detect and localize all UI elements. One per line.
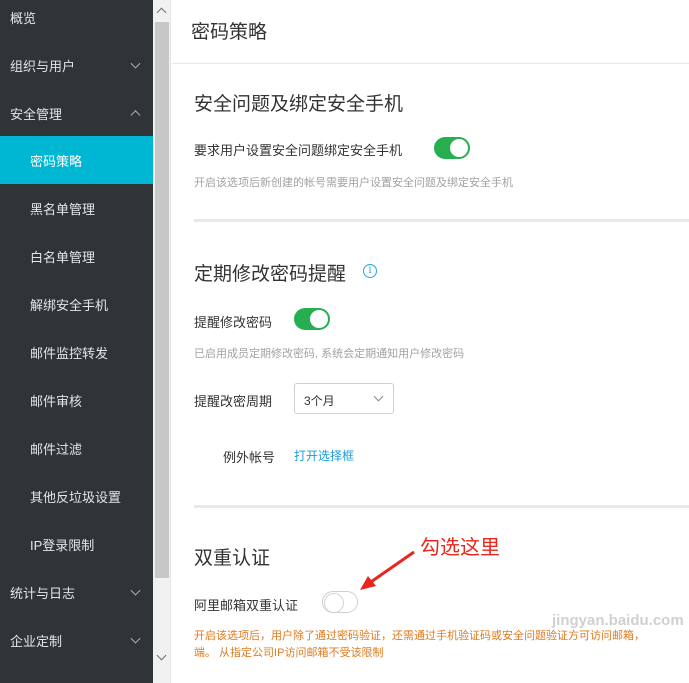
section-title-security-question: 安全问题及绑定安全手机 <box>194 94 404 115</box>
sidebar-item-label: 密码策略 <box>30 153 83 169</box>
sidebar-item-mail-filter[interactable]: 邮件过滤 <box>0 424 153 472</box>
security-question-hint: 开启该选项后新创建的帐号需要用户设置安全问题及绑定安全手机 <box>194 177 513 189</box>
period-label: 提醒改密周期 <box>194 394 273 409</box>
sidebar-item-label: 概览 <box>10 10 37 26</box>
sidebar-item-label: IP登录限制 <box>30 537 95 553</box>
annotation-text: 勾选这里 <box>420 537 500 559</box>
sidebar-item-label: 邮件审核 <box>30 393 83 409</box>
sidebar-item-label: 邮件监控转发 <box>30 345 109 361</box>
section-title-password-reminder: 定期修改密码提醒 <box>194 264 347 285</box>
sidebar-item-overview[interactable]: 概览 <box>0 0 153 41</box>
password-reminder-label: 提醒修改密码 <box>194 315 273 330</box>
sidebar-item-security[interactable]: 安全管理 <box>0 89 153 137</box>
scroll-up-arrow-icon[interactable] <box>156 7 167 18</box>
sidebar-scrollbar[interactable] <box>153 0 171 683</box>
section-divider <box>194 219 689 222</box>
period-select[interactable]: 3个月 <box>294 383 394 414</box>
main-content: 密码策略 安全问题及绑定安全手机 要求用户设置安全问题绑定安全手机 开启该选项后… <box>172 0 689 683</box>
sidebar-item-label: 邮件过滤 <box>30 441 83 457</box>
sidebar-item-mail-audit[interactable]: 邮件审核 <box>0 376 153 424</box>
sidebar-item-stats-logs[interactable]: 统计与日志 <box>0 568 153 616</box>
sidebar-item-enterprise[interactable]: 企业定制 <box>0 616 153 664</box>
section-title-two-factor: 双重认证 <box>194 548 271 569</box>
chevron-up-icon <box>130 110 141 121</box>
section-divider <box>194 505 689 508</box>
sidebar-item-label: 白名单管理 <box>30 249 96 265</box>
password-reminder-toggle[interactable] <box>294 308 330 330</box>
sidebar-item-whitelist[interactable]: 白名单管理 <box>0 232 153 280</box>
password-reminder-hint: 已启用成员定期修改密码, 系统会定期通知用户修改密码 <box>194 348 465 360</box>
sidebar-item-label: 组织与用户 <box>10 58 76 74</box>
sidebar-item-label: 统计与日志 <box>10 585 76 601</box>
sidebar-item-blacklist[interactable]: 黑名单管理 <box>0 184 153 232</box>
chevron-down-icon <box>130 633 141 644</box>
page-header: 密码策略 <box>172 0 689 64</box>
two-factor-warning-line2: 端。 从指定公司IP访问邮箱不受该限制 <box>194 647 384 659</box>
sidebar-item-label: 企业定制 <box>10 633 63 649</box>
scroll-down-arrow-icon[interactable] <box>156 650 167 661</box>
sidebar-item-password-policy[interactable]: 密码策略 <box>0 136 153 184</box>
sidebar-item-label: 其他反垃圾设置 <box>30 489 122 505</box>
chevron-down-icon <box>130 585 141 596</box>
annotation-arrow-icon <box>360 550 415 590</box>
watermark: jingyan.baidu.com <box>552 612 684 629</box>
page-title: 密码策略 <box>191 22 268 43</box>
chevron-down-icon <box>130 58 141 69</box>
two-factor-label: 阿里邮箱双重认证 <box>194 598 299 613</box>
sidebar-item-unbind-phone[interactable]: 解绑安全手机 <box>0 280 153 328</box>
security-question-toggle[interactable] <box>434 137 470 159</box>
sidebar-item-antispam[interactable]: 其他反垃圾设置 <box>0 472 153 520</box>
exception-label: 例外帐号 <box>223 450 276 465</box>
sidebar-item-mail-forward[interactable]: 邮件监控转发 <box>0 328 153 376</box>
scroll-thumb[interactable] <box>155 22 169 578</box>
sidebar-item-label: 安全管理 <box>10 106 63 122</box>
period-select-value: 3个月 <box>304 394 335 408</box>
sidebar: 概览 组织与用户 安全管理 密码策略 黑名单管理 白名单管理 解绑安全手机 邮件… <box>0 0 153 683</box>
two-factor-warning-line1: 开启该选项后，用户除了通过密码验证，还需通过手机验证码或安全问题验证方可访问邮箱… <box>194 630 645 642</box>
info-icon[interactable]: i <box>363 264 377 278</box>
chevron-down-icon <box>373 391 384 402</box>
sidebar-item-ip-restrict[interactable]: IP登录限制 <box>0 520 153 568</box>
sidebar-item-label: 黑名单管理 <box>30 201 96 217</box>
sidebar-item-label: 解绑安全手机 <box>30 297 109 313</box>
open-selector-link[interactable]: 打开选择框 <box>294 447 354 464</box>
security-question-label: 要求用户设置安全问题绑定安全手机 <box>194 143 403 158</box>
sidebar-item-org-users[interactable]: 组织与用户 <box>0 41 153 89</box>
